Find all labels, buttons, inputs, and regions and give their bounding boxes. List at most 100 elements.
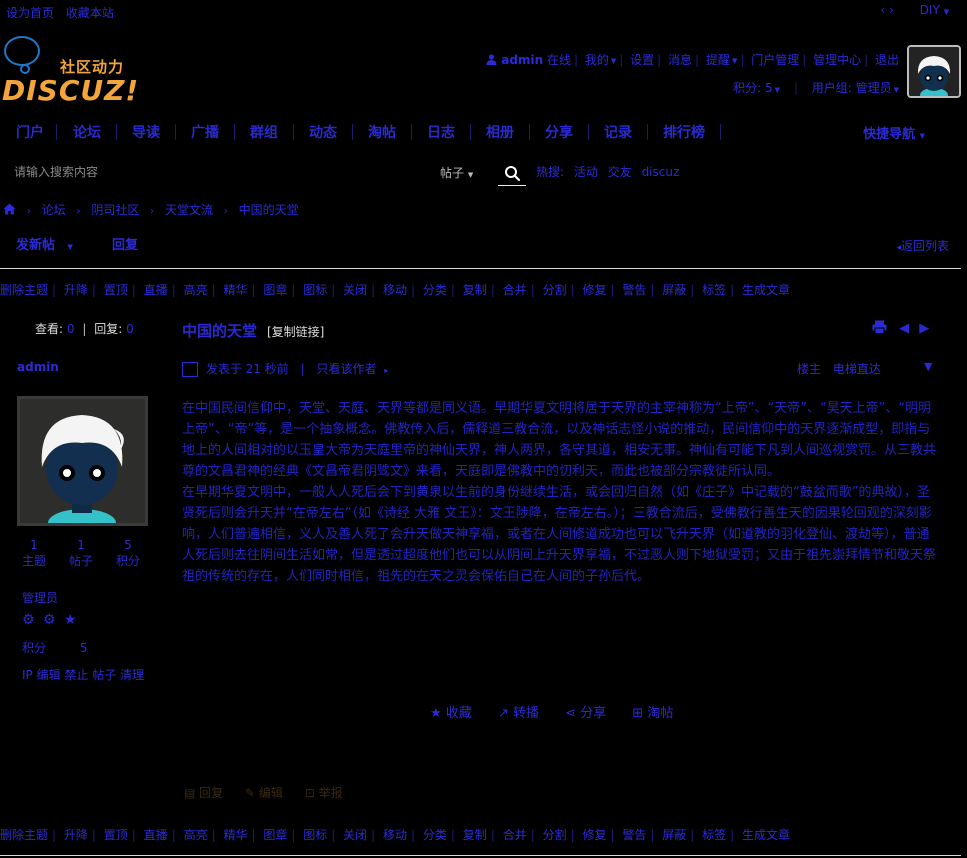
mod-action[interactable]: 复制	[463, 283, 487, 297]
arrow-left-icon[interactable]: ◀	[899, 321, 909, 336]
hot-term[interactable]: 活动	[574, 165, 598, 179]
hot-term[interactable]: 交友	[608, 165, 632, 179]
mod-action[interactable]: 合并	[503, 828, 527, 842]
logout-link[interactable]: 退出	[875, 53, 899, 67]
mod-action[interactable]: 移动	[383, 828, 407, 842]
reply-post-button[interactable]: ▤ 回复	[184, 786, 223, 800]
mod-action[interactable]: 生成文章	[742, 828, 790, 842]
share-button[interactable]: ⋖ 分享	[565, 706, 606, 721]
print-icon[interactable]	[872, 320, 887, 338]
posts-count[interactable]: 1 帖子	[61, 538, 101, 569]
breadcrumb-item[interactable]: 天堂文流	[165, 203, 213, 217]
nav-item-records[interactable]: 记录	[604, 122, 632, 142]
set-homepage-link[interactable]: 设为首页	[6, 6, 54, 20]
points-count[interactable]: 5 积分	[108, 538, 148, 569]
mod-action[interactable]: 分类	[423, 828, 447, 842]
pin-icon[interactable]: ▼	[924, 360, 932, 373]
site-logo[interactable]: 社区动力 DISCUZ!	[2, 36, 138, 107]
search-button[interactable]	[498, 158, 526, 186]
mod-action[interactable]: 标签	[702, 283, 726, 297]
mod-action[interactable]: 分割	[543, 283, 567, 297]
copy-link-button[interactable]: [复制链接]	[267, 323, 324, 340]
nav-item-blog[interactable]: 日志	[427, 122, 455, 142]
quick-nav-menu[interactable]: 快捷导航 ▼	[863, 123, 925, 142]
mod-action[interactable]: 屏蔽	[662, 828, 686, 842]
mod-action[interactable]: 升降	[64, 828, 88, 842]
author-avatar[interactable]	[17, 396, 148, 526]
edit-post-button[interactable]: ✎ 编辑	[245, 786, 283, 800]
mod-action[interactable]: 修复	[582, 828, 606, 842]
mod-action[interactable]: 分类	[423, 283, 447, 297]
mod-action[interactable]: 升降	[64, 283, 88, 297]
points-menu[interactable]: 积分: 5 ▼	[733, 81, 780, 95]
collect-button[interactable]: ⊞ 淘帖	[632, 706, 673, 721]
jump-to-floor-link[interactable]: 电梯直达	[833, 362, 881, 376]
reply-button[interactable]: 回复	[112, 234, 138, 253]
search-type-select[interactable]: 帖子 ▼	[440, 164, 473, 181]
back-to-list-link[interactable]: ◂返回列表	[896, 237, 949, 254]
nav-item-forum[interactable]: 论坛	[73, 122, 101, 142]
nav-item-broadcast[interactable]: 广播	[191, 122, 219, 142]
admin-link-ban[interactable]: 禁止	[64, 668, 88, 682]
online-status[interactable]: 在线	[547, 53, 571, 67]
arrow-right-icon[interactable]: ▶	[919, 321, 929, 336]
mod-action[interactable]: 高亮	[184, 828, 208, 842]
nav-item-feed[interactable]: 动态	[309, 122, 337, 142]
mod-action[interactable]: 图章	[263, 283, 287, 297]
mod-action[interactable]: 置顶	[104, 828, 128, 842]
mod-action[interactable]: 直播	[144, 828, 168, 842]
nav-item-guide[interactable]: 导读	[132, 122, 160, 142]
mod-action[interactable]: 合并	[503, 283, 527, 297]
breadcrumb-item[interactable]: 中国的天堂	[239, 203, 299, 217]
breadcrumb-item[interactable]: 论坛	[42, 203, 66, 217]
header-avatar[interactable]	[907, 45, 961, 98]
messages-link[interactable]: 消息	[668, 53, 692, 67]
author-name[interactable]: admin	[17, 360, 59, 374]
breadcrumb-item[interactable]: 阴司社区	[91, 203, 139, 217]
reminders-menu[interactable]: 提醒 ▼	[706, 53, 737, 67]
mod-action[interactable]: 关闭	[343, 828, 367, 842]
author-only-link[interactable]: 只看该作者 ▸	[316, 362, 388, 376]
mod-action[interactable]: 直播	[144, 283, 168, 297]
nav-item-collection[interactable]: 淘帖	[368, 122, 396, 142]
nav-item-ranking[interactable]: 排行榜	[663, 122, 705, 142]
favorite-button[interactable]: ★ 收藏	[430, 706, 472, 721]
search-input[interactable]	[14, 161, 414, 183]
mod-action[interactable]: 精华	[223, 828, 247, 842]
username-link[interactable]: admin	[501, 53, 543, 67]
home-icon[interactable]	[3, 203, 16, 218]
mod-action[interactable]: 关闭	[343, 283, 367, 297]
report-post-button[interactable]: ⊡ 举报	[305, 786, 343, 800]
mod-action[interactable]: 高亮	[184, 283, 208, 297]
admin-link-clean[interactable]: 清理	[120, 668, 144, 682]
topics-count[interactable]: 1 主题	[14, 538, 54, 569]
admin-link-ip[interactable]: IP	[22, 668, 33, 682]
mod-action[interactable]: 警告	[622, 283, 646, 297]
mod-action[interactable]: 屏蔽	[662, 283, 686, 297]
switch-width-icon[interactable]: ‹ ›	[880, 3, 893, 17]
mod-action[interactable]: 分割	[543, 828, 567, 842]
mod-action[interactable]: 警告	[622, 828, 646, 842]
portal-admin-link[interactable]: 门户管理	[751, 53, 799, 67]
admin-center-link[interactable]: 管理中心	[813, 53, 861, 67]
repost-button[interactable]: ↗ 转播	[498, 706, 539, 721]
favorite-site-link[interactable]: 收藏本站	[66, 6, 114, 20]
mod-action[interactable]: 删除主题	[0, 283, 48, 297]
my-menu[interactable]: 我的 ▼	[585, 53, 616, 67]
mod-action[interactable]: 移动	[383, 283, 407, 297]
nav-item-portal[interactable]: 门户	[16, 122, 44, 142]
mod-action[interactable]: 标签	[702, 828, 726, 842]
nav-item-groups[interactable]: 群组	[250, 122, 278, 142]
mod-action[interactable]: 生成文章	[742, 283, 790, 297]
hot-term[interactable]: discuz	[642, 165, 680, 179]
mod-action[interactable]: 修复	[582, 283, 606, 297]
mod-action[interactable]: 精华	[223, 283, 247, 297]
new-post-button[interactable]: 发新帖 ▼	[16, 234, 73, 253]
usergroup-menu[interactable]: 用户组: 管理员 ▼	[812, 81, 899, 95]
settings-link[interactable]: 设置	[630, 53, 654, 67]
mod-action[interactable]: 复制	[463, 828, 487, 842]
mod-action[interactable]: 置顶	[104, 283, 128, 297]
mod-action[interactable]: 图章	[263, 828, 287, 842]
admin-link-edit[interactable]: 编辑	[37, 668, 61, 682]
mod-action[interactable]: 删除主题	[0, 828, 48, 842]
